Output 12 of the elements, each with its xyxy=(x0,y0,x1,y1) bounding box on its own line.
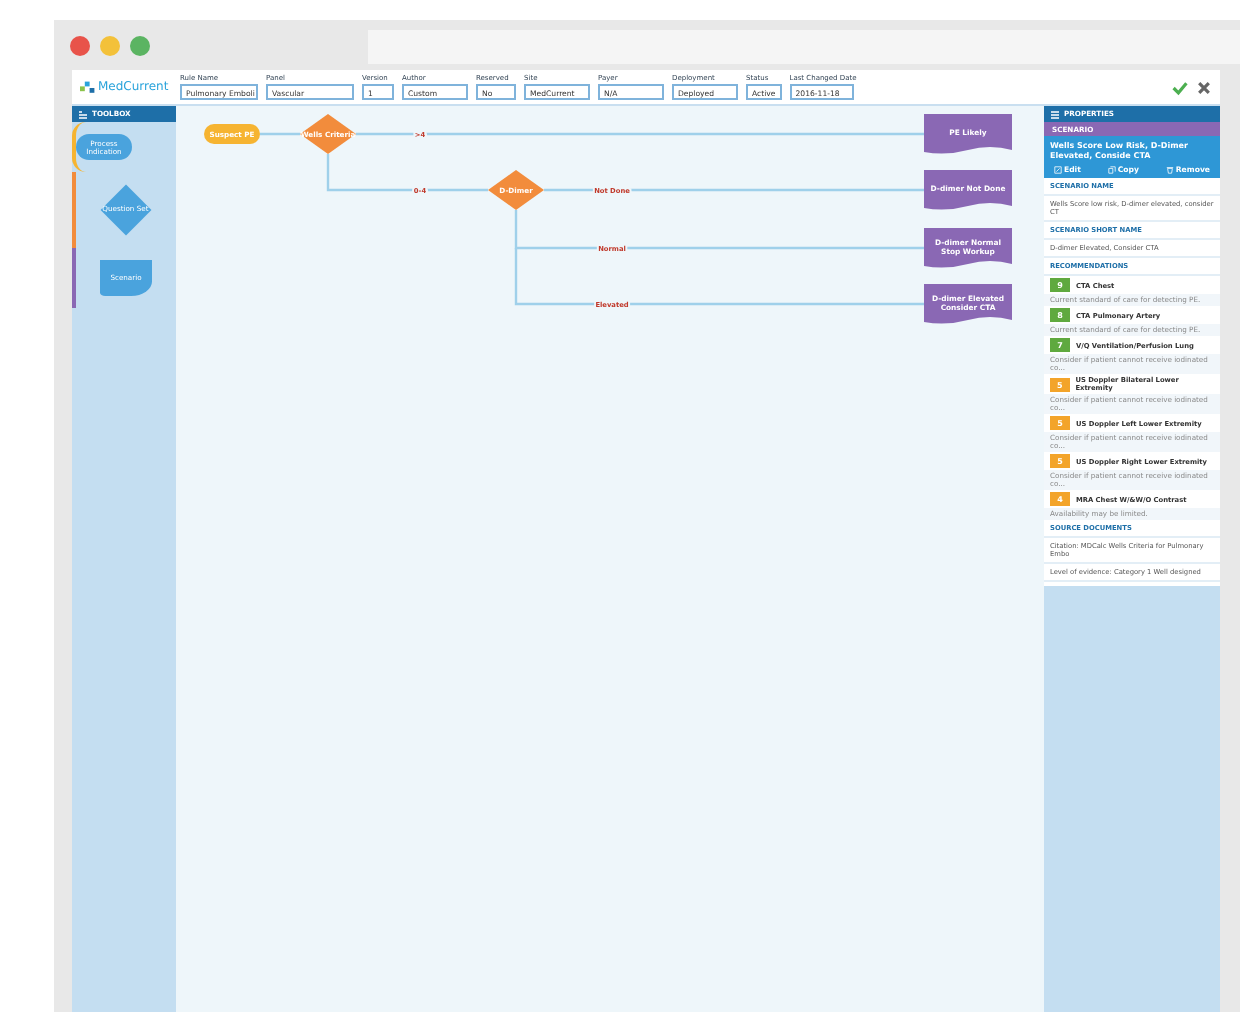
minimize-dot-icon[interactable] xyxy=(100,35,120,55)
pencil-icon xyxy=(1054,165,1062,173)
close-icon[interactable] xyxy=(1196,79,1212,95)
connector-line xyxy=(260,132,300,136)
trash-icon xyxy=(1165,165,1174,173)
close-dot-icon[interactable] xyxy=(70,35,90,55)
maximize-dot-icon[interactable] xyxy=(130,35,150,55)
toolbox-icon xyxy=(78,109,88,119)
logo-icon xyxy=(80,79,96,95)
check-icon[interactable] xyxy=(1172,79,1188,95)
copy-icon xyxy=(1107,165,1116,173)
list-icon xyxy=(1050,109,1060,119)
